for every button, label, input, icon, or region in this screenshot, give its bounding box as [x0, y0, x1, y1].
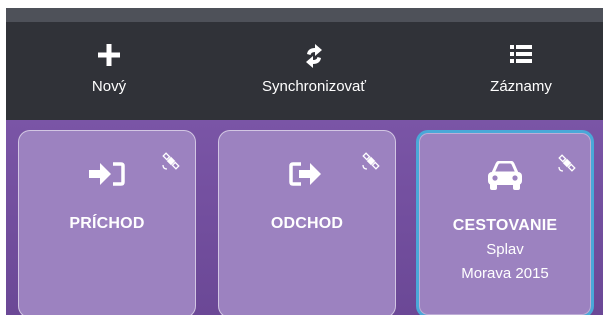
plus-icon [98, 44, 120, 71]
card-subtitle: Splav [486, 241, 524, 258]
satellite-icon [361, 151, 381, 176]
action-toolbar: Nový Synchronizovať Záznamy [6, 22, 603, 120]
arrival-card[interactable]: PRÍCHOD [18, 130, 196, 315]
card-title: CESTOVANIE [452, 217, 558, 234]
attendance-panel: PRÍCHOD ODCHOD CESTOVANIE Splav Morava 2… [6, 120, 603, 315]
card-title: ODCHOD [270, 215, 344, 232]
card-title: PRÍCHOD [69, 215, 145, 232]
satellite-icon [557, 153, 577, 178]
travel-card[interactable]: CESTOVANIE Splav Morava 2015 [416, 130, 594, 315]
sync-icon [303, 44, 325, 73]
sign-out-icon [289, 161, 325, 192]
departure-card[interactable]: ODCHOD [218, 130, 396, 315]
satellite-icon [161, 151, 181, 176]
sign-in-icon [89, 161, 125, 192]
sync-button[interactable]: Synchronizovať [244, 22, 384, 120]
status-bar [6, 8, 603, 22]
sync-button-label: Synchronizovať [261, 78, 367, 95]
records-button[interactable]: Záznamy [471, 22, 571, 120]
app-window: Nový Synchronizovať Záznamy PRÍCHOD ODCH… [6, 8, 603, 315]
card-subtitle: Morava 2015 [461, 265, 549, 282]
new-button[interactable]: Nový [64, 22, 154, 120]
new-button-label: Nový [91, 78, 127, 95]
car-icon [486, 160, 524, 196]
records-button-label: Záznamy [490, 78, 552, 95]
list-icon [510, 44, 532, 69]
